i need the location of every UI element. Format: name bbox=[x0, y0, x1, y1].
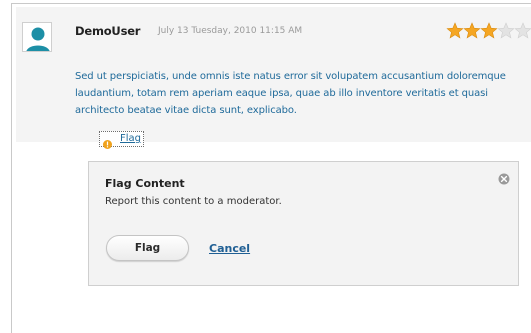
comment-username[interactable]: DemoUser bbox=[75, 24, 140, 38]
star-filled-icon[interactable] bbox=[480, 22, 498, 40]
star-filled-icon[interactable] bbox=[446, 22, 464, 40]
star-rating[interactable] bbox=[446, 22, 531, 40]
warning-icon bbox=[103, 134, 112, 149]
flag-panel-description: Report this content to a moderator. bbox=[105, 196, 282, 207]
flag-button[interactable]: Flag bbox=[106, 235, 189, 261]
cancel-link[interactable]: Cancel bbox=[209, 242, 250, 255]
star-empty-icon[interactable] bbox=[514, 22, 531, 40]
star-empty-icon[interactable] bbox=[497, 22, 515, 40]
close-icon[interactable] bbox=[498, 170, 510, 185]
user-avatar-icon[interactable] bbox=[22, 22, 52, 52]
flag-panel-title: Flag Content bbox=[105, 177, 185, 190]
flag-link-label[interactable]: Flag bbox=[120, 133, 141, 144]
comment-timestamp: July 13 Tuesday, 2010 11:15 AM bbox=[158, 26, 303, 36]
star-filled-icon[interactable] bbox=[463, 22, 481, 40]
comment-body: Sed ut perspiciatis, unde omnis iste nat… bbox=[75, 71, 506, 116]
flag-content-panel: Flag Content Report this content to a mo… bbox=[88, 161, 519, 286]
flag-link[interactable]: Flag bbox=[99, 131, 144, 149]
